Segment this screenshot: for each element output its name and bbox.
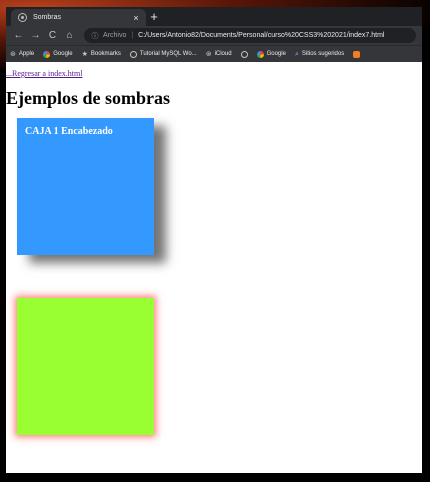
file-scheme-label: Archivo xyxy=(103,32,127,39)
globe-icon xyxy=(240,50,248,58)
bookmark-label: Tutorial MySQL Wo... xyxy=(139,51,197,57)
tab-strip: Sombras × + xyxy=(6,7,422,26)
tab-sombras[interactable]: Sombras × xyxy=(11,9,146,26)
apple-icon: ⊛ xyxy=(205,50,212,58)
star-icon: ★ xyxy=(81,50,88,58)
page-title: Ejemplos de sombras xyxy=(6,88,171,108)
bookmark-label: Bookmarks xyxy=(90,51,121,57)
globe-icon xyxy=(18,13,27,22)
google-icon xyxy=(43,50,51,58)
home-icon[interactable]: ⌂ xyxy=(61,30,78,41)
address-bar[interactable]: ⓘ Archivo | C:/Users/Antonio82/Documents… xyxy=(84,28,416,43)
bookmark-label: Sitios sugeridos xyxy=(301,51,345,57)
search-icon: ⌕ xyxy=(294,50,299,58)
info-icon[interactable]: ⓘ xyxy=(90,31,100,41)
bookmark-orange[interactable] xyxy=(353,50,361,58)
browser-toolbar: ← → C ⌂ ⓘ Archivo | C:/Users/Antonio82/D… xyxy=(6,26,422,45)
forward-arrow-icon[interactable]: → xyxy=(27,30,44,41)
close-tab-icon[interactable]: × xyxy=(130,13,142,23)
reload-icon[interactable]: C xyxy=(44,30,61,41)
globe-icon xyxy=(129,50,137,58)
page-content: ...Regresar a index.html Ejemplos de som… xyxy=(6,62,422,473)
bookmark-bookmarks[interactable]: ★ Bookmarks xyxy=(82,51,121,58)
bookmark-sitios-sugeridos[interactable]: ⌕ Sitios sugeridos xyxy=(295,51,344,58)
back-to-index-link[interactable]: ...Regresar a index.html xyxy=(6,69,82,78)
bookmark-label: iCloud xyxy=(214,51,232,57)
bookmarks-bar: ⊛ Apple Google ★ Bookmarks Tutorial MySQ… xyxy=(6,45,422,62)
back-arrow-icon[interactable]: ← xyxy=(10,30,27,41)
tab-title: Sombras xyxy=(33,14,62,21)
google-icon xyxy=(256,50,264,58)
bookmark-tutorial-mysql[interactable]: Tutorial MySQL Wo... xyxy=(129,50,197,58)
bookmark-label: Apple xyxy=(18,51,35,57)
bookmark-icloud[interactable]: ⊛ iCloud xyxy=(206,51,232,58)
shadow-box-1: CAJA 1 Encabezado xyxy=(17,118,154,255)
url-text[interactable]: C:/Users/Antonio82/Documents/Personal/cu… xyxy=(138,32,384,39)
bookmark-label: Google xyxy=(53,51,73,57)
bookmark-apple[interactable]: ⊛ Apple xyxy=(10,51,34,58)
bookmark-google-2[interactable]: Google xyxy=(256,50,286,58)
new-tab-button[interactable]: + xyxy=(147,10,161,24)
url-separator: | xyxy=(131,32,134,39)
apple-icon: ⊛ xyxy=(10,50,16,58)
bookmark-orange-icon xyxy=(353,50,361,58)
browser-window: Sombras × + ← → C ⌂ ⓘ Archivo | C:/Users… xyxy=(6,7,422,473)
bookmark-globe[interactable] xyxy=(240,50,248,58)
bookmark-label: Google xyxy=(266,51,286,57)
shadow-box-2 xyxy=(17,298,154,435)
bookmark-google[interactable]: Google xyxy=(43,50,73,58)
box-1-heading: CAJA 1 Encabezado xyxy=(25,126,113,137)
